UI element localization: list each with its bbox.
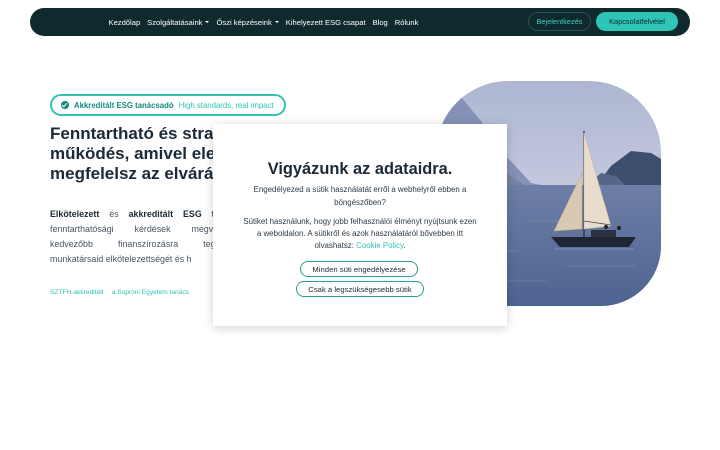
caret-down-icon — [205, 21, 210, 23]
cookie-policy-link[interactable]: Cookie Policy — [356, 241, 403, 250]
caret-down-icon — [274, 21, 279, 23]
nav-link-services[interactable]: Szolgáltatásaink — [144, 18, 213, 27]
hero-description: Elkötelezett és akkreditált ESG tan fenn… — [50, 207, 225, 267]
nav-links: Kezdőlap Szolgáltatásaink Őszi képzésein… — [105, 8, 422, 36]
hero-text-strong: Elkötelezett — [50, 209, 100, 219]
hero-title-line: megfelelsz az elvárá — [50, 164, 214, 183]
badge-tagline: High standards, real impact — [178, 100, 274, 110]
cookie-question: Engedélyezed a sütik használatát erről a… — [253, 185, 467, 207]
nav-link-esg-team[interactable]: Kihelyezett ESG csapat — [282, 18, 369, 27]
nav-link-label: Őszi képzéseink — [216, 17, 272, 27]
cookie-title: Vigyázunk az adataidra. — [267, 160, 453, 178]
hero-title-line: működés, amivel ele — [50, 144, 216, 163]
hero-meta: SZTFH-akkreditált · a Soproni Egyetem taná… — [50, 289, 189, 296]
hero-text: és — [99, 209, 129, 219]
nav-link-label: Szolgáltatásaink — [147, 17, 203, 27]
meta-separator: · — [106, 289, 109, 296]
check-circle-icon — [61, 101, 69, 109]
hero-text: fenntarthatósági kérdések megvála kedvez… — [50, 224, 225, 264]
nav-link-home[interactable]: Kezdőlap — [105, 18, 144, 27]
badge-title: Akkreditált ESG tanácsadó — [74, 100, 174, 110]
meta-university: a Soproni Egyetem tanács — [111, 289, 190, 296]
accreditation-badge: Akkreditált ESG tanácsadó High standards… — [50, 94, 286, 116]
meta-accreditation: SZTFH-akkreditált — [50, 289, 104, 296]
nav-link-blog[interactable]: Blog — [369, 18, 391, 27]
nav-link-label: Blog — [372, 17, 388, 27]
login-button[interactable]: Bejelentkezés — [528, 12, 591, 31]
cookie-consent-modal: Vigyázunk az adataidra. Engedélyezed a s… — [213, 124, 507, 326]
navbar: Kezdőlap Szolgáltatásaink Őszi képzésein… — [30, 8, 690, 36]
accept-all-cookies-button[interactable]: Minden süti engedélyezése — [300, 261, 418, 277]
contact-button[interactable]: Kapcsolatfelvétel — [596, 12, 678, 31]
nav-link-autumn-courses[interactable]: Őszi képzéseink — [213, 18, 282, 27]
nav-link-about[interactable]: Rólunk — [391, 18, 422, 27]
essential-cookies-only-button[interactable]: Csak a legszükségesebb sütik — [296, 281, 424, 297]
hero-text-strong: akkreditált ESG tan — [128, 209, 225, 219]
cookie-info: Sütiket használunk, hogy jobb felhasznál… — [243, 217, 477, 251]
nav-link-label: Kihelyezett ESG csapat — [285, 17, 366, 27]
nav-link-label: Kezdőlap — [108, 17, 141, 27]
hero-title-line: Fenntartható és stra — [50, 124, 214, 143]
nav-link-label: Rólunk — [394, 17, 419, 27]
